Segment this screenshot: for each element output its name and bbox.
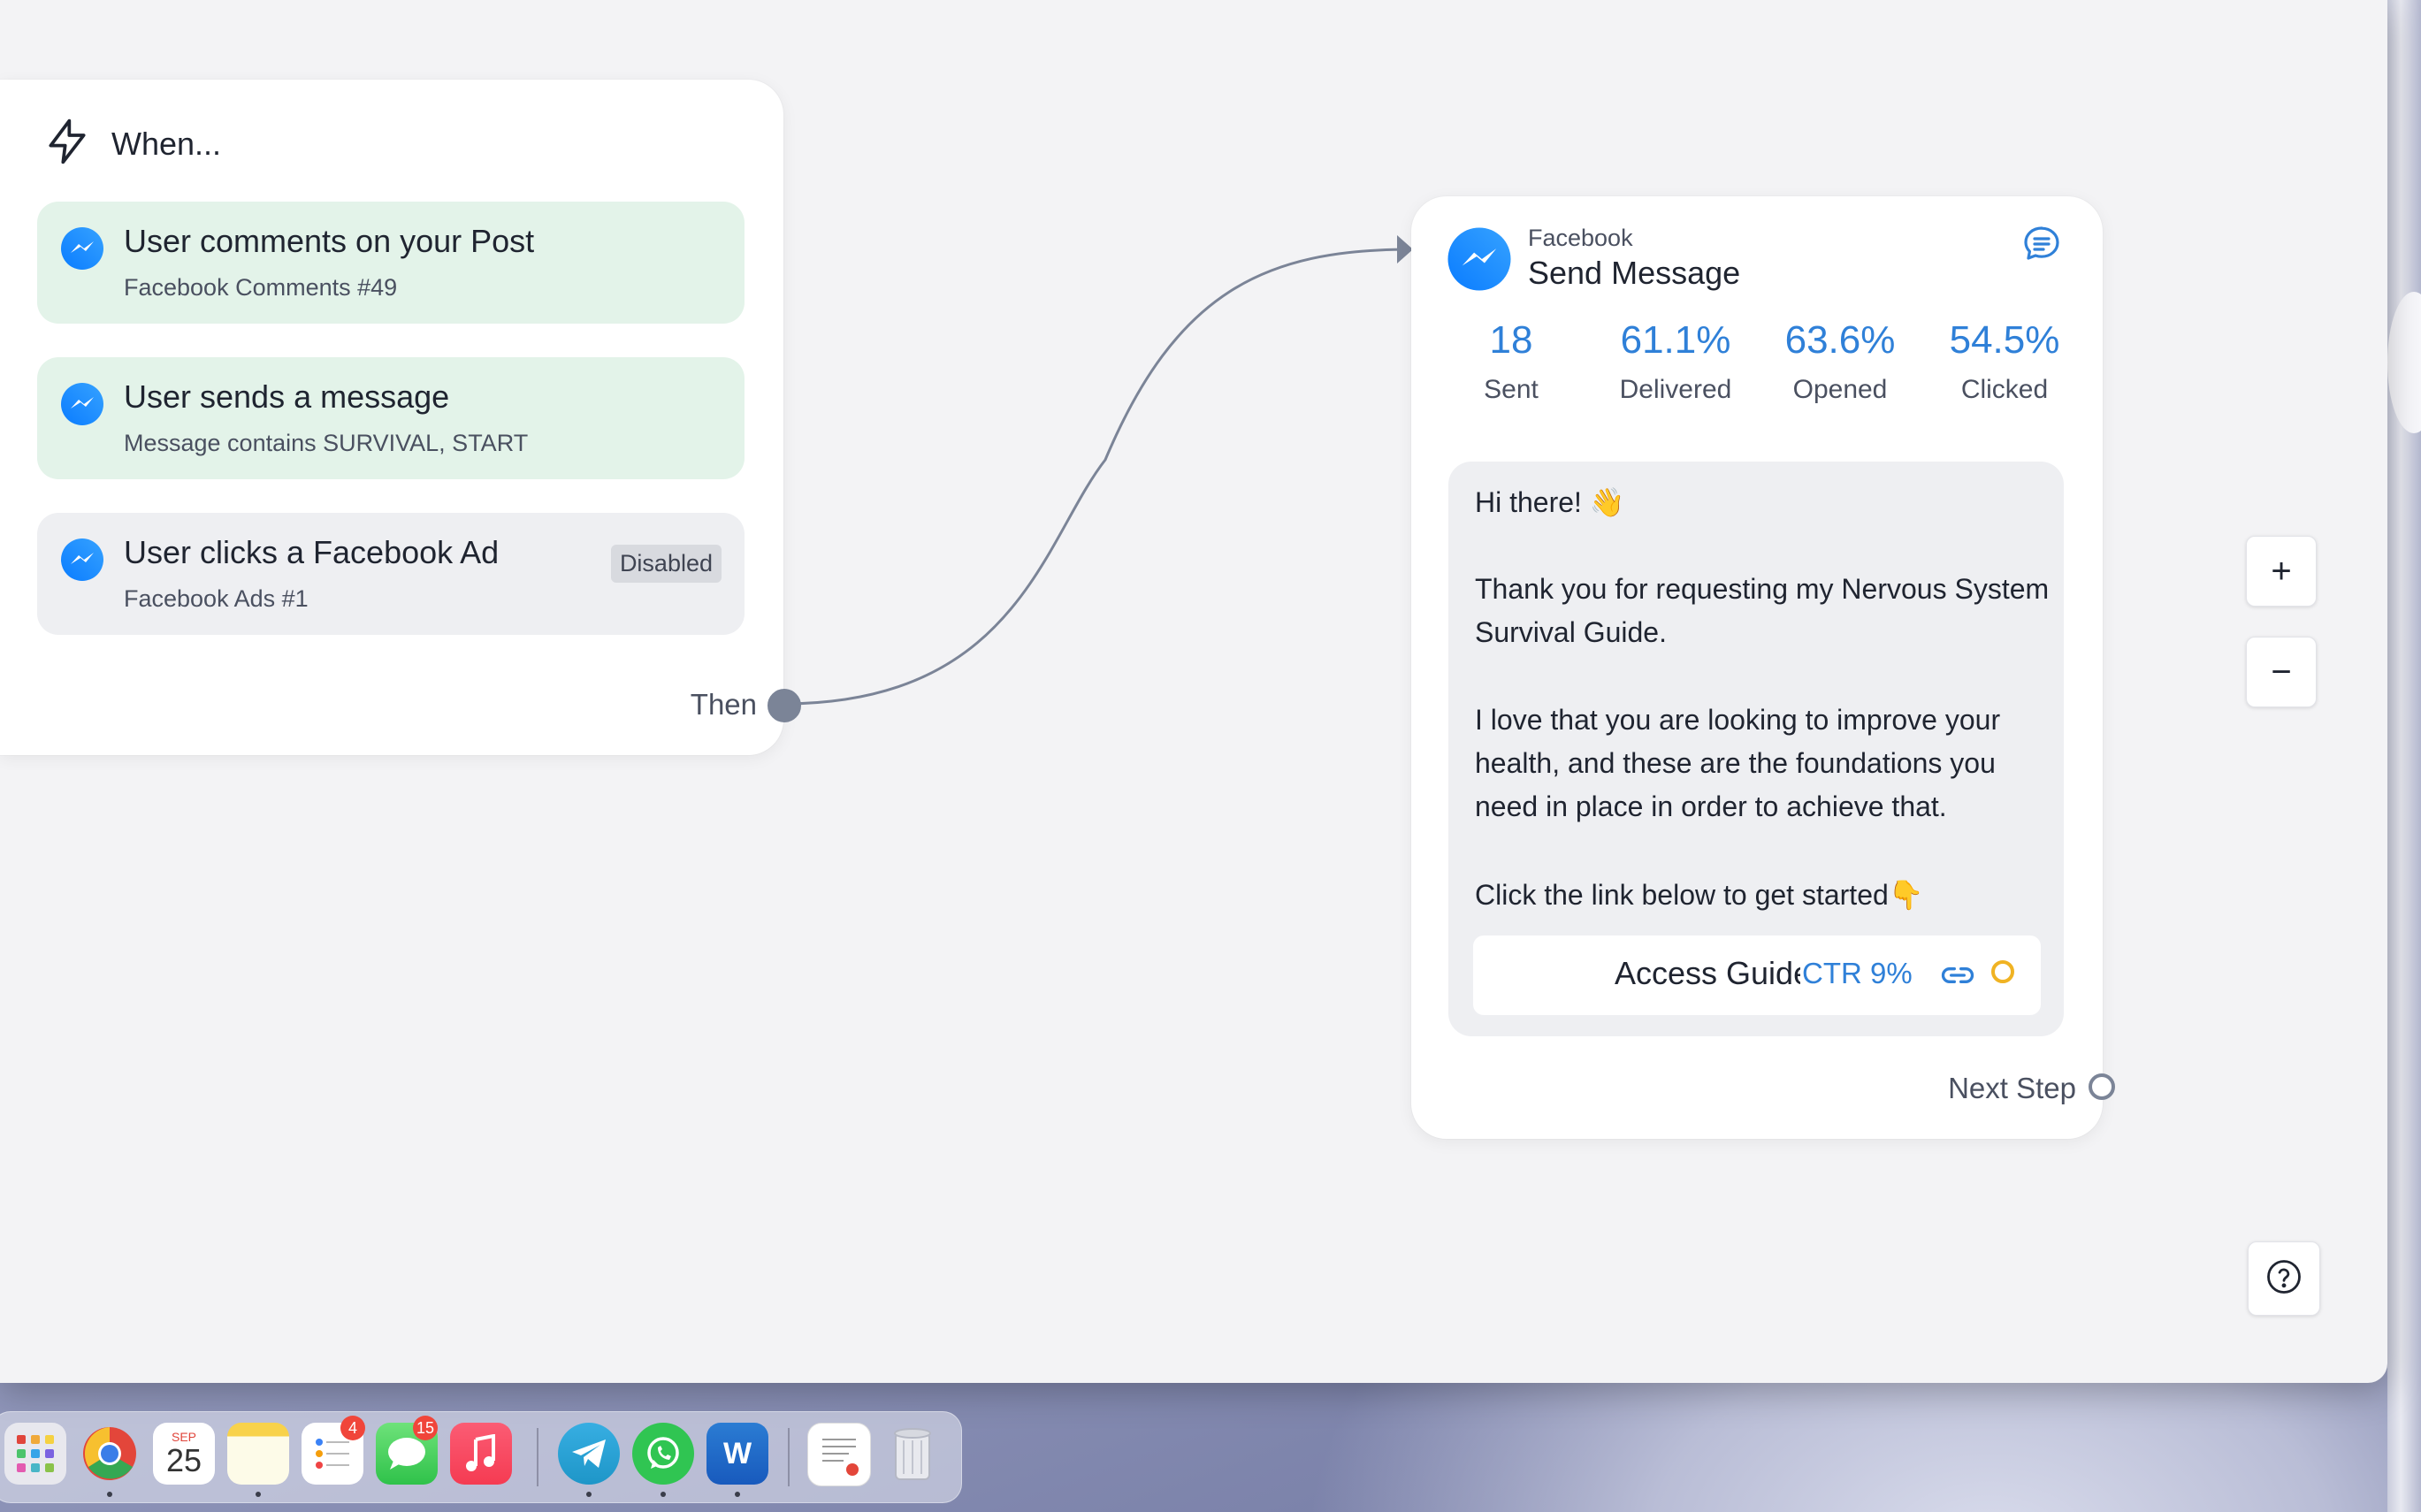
running-indicator [735,1492,740,1497]
link-icon [1938,960,1977,995]
messages-badge: 15 [413,1416,438,1440]
messenger-icon [1447,226,1512,296]
next-step-output-handle[interactable] [2089,1073,2115,1100]
running-indicator [586,1492,592,1497]
stat-label: Sent [1484,375,1539,404]
trigger-item-message[interactable]: User sends a message Message contains SU… [37,357,745,479]
zoom-out-button[interactable]: − [2246,637,2317,707]
running-indicator [107,1492,112,1497]
message-button-access-guide[interactable]: Access Guide CTR 9% [1473,935,2041,1015]
stat-value: 54.5% [1949,318,2060,362]
trigger-item-subtitle: Facebook Ads #1 [124,585,309,612]
help-icon [2265,1258,2303,1300]
calendar-icon[interactable]: SEP 25 [153,1423,215,1485]
stat-label: Opened [1792,375,1888,404]
zoom-in-button[interactable]: + [2246,536,2317,607]
telegram-icon[interactable] [558,1423,620,1485]
stat-label: Delivered [1619,375,1732,404]
dock-separator [788,1428,790,1486]
stat-delivered: 61.1% Delivered [1593,318,1758,405]
trigger-title: When... [111,125,222,162]
messenger-icon [60,538,104,586]
stat-opened: 63.6% Opened [1758,318,1922,405]
running-indicator [661,1492,666,1497]
reminders-badge: 4 [340,1416,365,1440]
message-paragraph: I love that you are looking to improve y… [1475,704,2001,822]
button-ctr: CTR 9% [1802,957,1913,990]
then-label: Then [690,688,757,721]
trash-icon[interactable] [882,1423,943,1485]
stat-value: 61.1% [1620,318,1731,362]
chat-bubble-icon[interactable] [2020,223,2064,270]
document-preview-icon[interactable] [807,1423,871,1486]
running-indicator [256,1492,261,1497]
button-status-indicator[interactable] [1991,960,2014,983]
background-window-strip [2387,0,2421,1512]
trigger-item-subtitle: Message contains SURVIVAL, START [124,430,529,456]
send-message-card[interactable]: Facebook Send Message 18 Sent 61.1% Deli… [1411,196,2103,1139]
trigger-card[interactable]: When... User comments on your Post Faceb… [0,80,783,755]
automation-canvas[interactable]: When... User comments on your Post Faceb… [0,0,2387,1383]
trigger-item-ad-click[interactable]: User clicks a Facebook Ad Facebook Ads #… [37,513,745,635]
then-output-handle[interactable] [768,689,801,722]
dock-separator [537,1428,538,1486]
next-step-label: Next Step [1948,1072,2076,1104]
message-paragraph: Thank you for requesting my Nervous Syst… [1475,573,2050,648]
stat-value: 18 [1489,318,1533,362]
trigger-item-post-comment[interactable]: User comments on your Post Facebook Comm… [37,202,745,324]
stat-sent: 18 Sent [1429,318,1593,405]
music-icon[interactable] [450,1423,512,1485]
step-action-title: Send Message [1528,255,1741,291]
stat-clicked: 54.5% Clicked [1922,318,2087,405]
word-icon[interactable]: W [706,1423,768,1485]
step-stats: 18 Sent 61.1% Delivered 63.6% Opened 54.… [1429,318,2087,405]
message-greeting: Hi there! 👋 [1475,486,1625,518]
whatsapp-icon[interactable] [632,1423,694,1485]
trigger-header: When... [42,115,221,172]
message-button-label: Access Guide [1615,955,1800,991]
message-paragraph: Click the link below to get started👇 [1475,879,1924,911]
help-button[interactable] [2248,1241,2320,1316]
trigger-item-title: User comments on your Post [124,223,535,259]
message-preview-bubble[interactable]: Hi there! 👋 Thank you for requesting my … [1448,462,2064,1036]
macos-dock: SEP 25 4 15 W [0,1411,962,1503]
trigger-item-title: User sends a message [124,378,450,415]
trigger-item-title: User clicks a Facebook Ad [124,534,500,570]
messenger-icon [60,382,104,431]
notes-icon[interactable] [227,1423,289,1485]
step-provider: Facebook [1528,225,1633,251]
launchpad-icon[interactable] [4,1423,66,1485]
calendar-day: 25 [165,1442,202,1478]
stat-value: 63.6% [1784,318,1896,362]
stat-label: Clicked [1960,375,2049,404]
chrome-icon[interactable] [79,1423,141,1485]
trigger-item-subtitle: Facebook Comments #49 [124,274,398,301]
messenger-icon [60,226,104,275]
disabled-badge: Disabled [610,545,722,583]
lightning-icon [42,115,92,172]
